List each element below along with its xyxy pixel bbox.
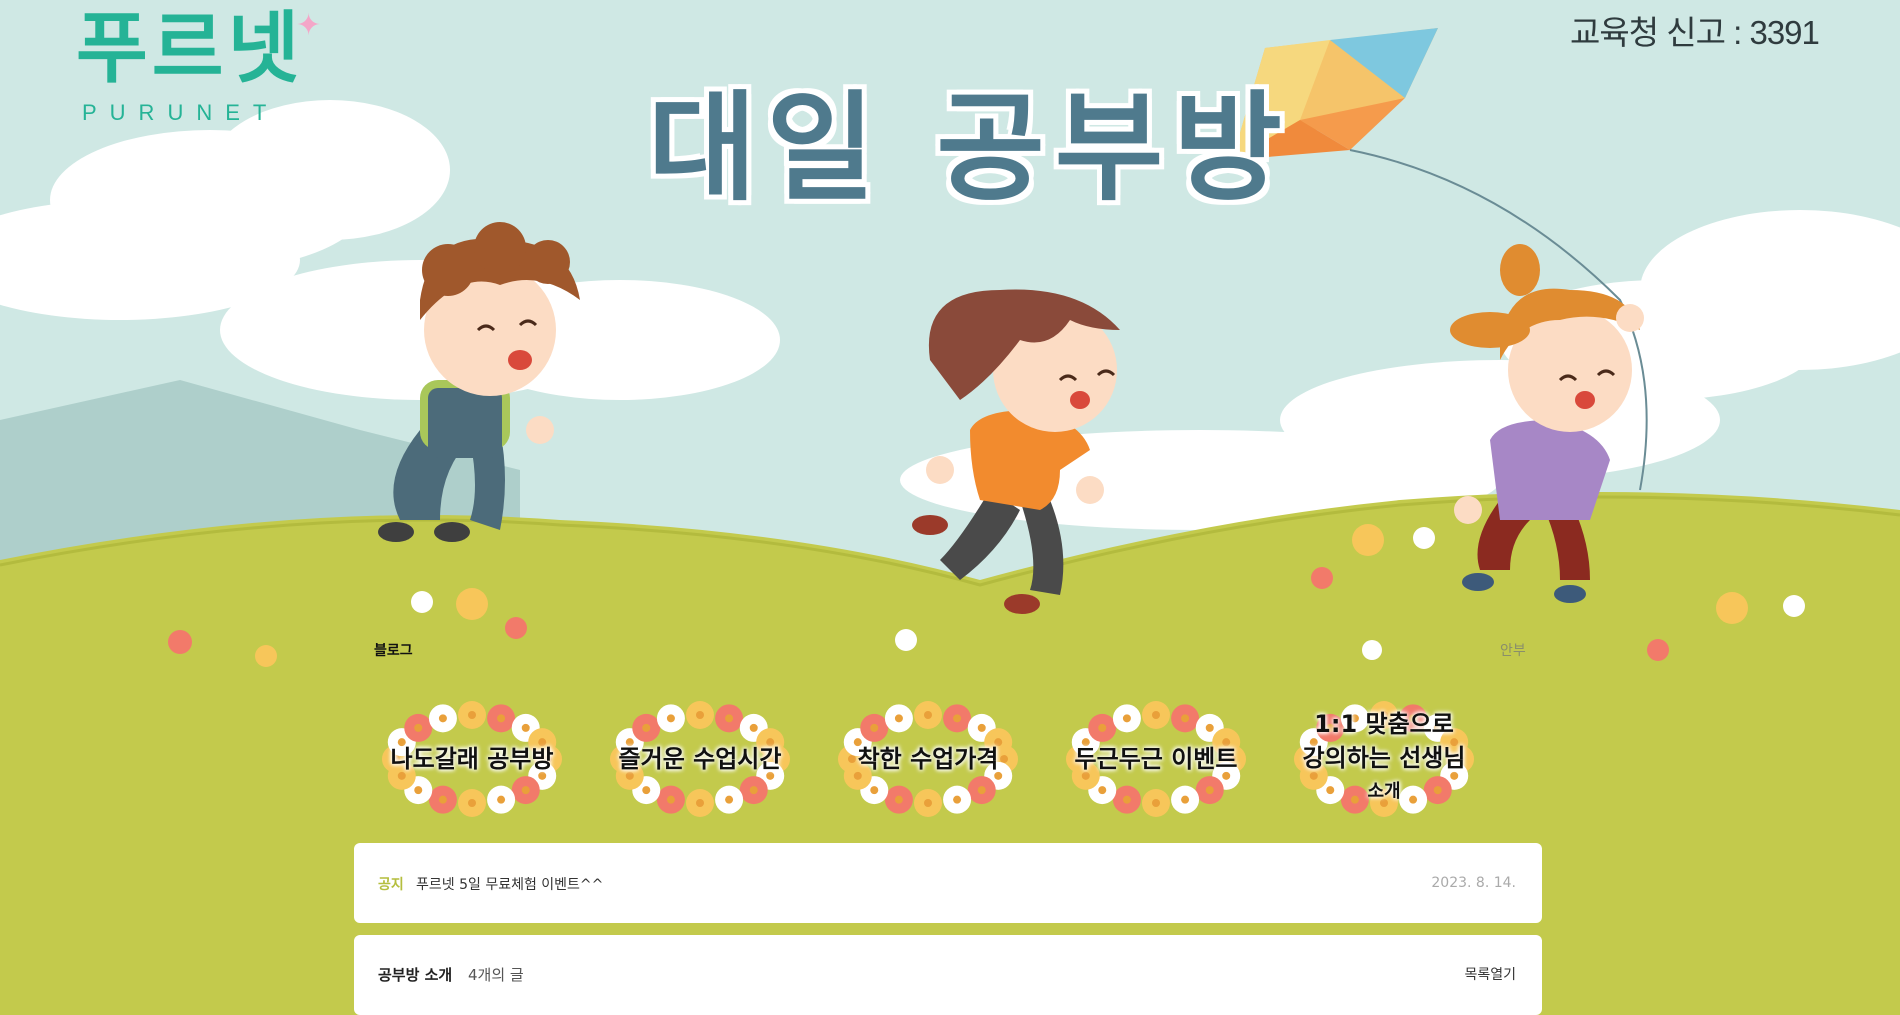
wreath-flower-center: [977, 786, 986, 795]
wreath-flower-center: [696, 711, 704, 719]
menu-label: 두근두근 이벤트: [1074, 745, 1238, 773]
nav-blog-link[interactable]: 블로그: [374, 640, 413, 660]
wreath-flower-center: [894, 795, 903, 804]
page-title: 대일 공부방: [646, 77, 1292, 219]
wreath-flower-center: [953, 795, 962, 804]
wreath-flower-center: [924, 799, 932, 807]
wreath-flower-center: [1152, 711, 1160, 719]
wreath-flower-center: [497, 714, 506, 723]
wreath-flower-center: [642, 723, 651, 732]
wreath-flower-center: [1181, 714, 1190, 723]
notice-title-link[interactable]: 푸르넷 5일 무료체험 이벤트^^: [416, 874, 603, 894]
wreath-flower-center: [749, 786, 758, 795]
wreath-flower-center: [977, 723, 986, 732]
wreath-flower-center: [521, 786, 530, 795]
navbar: 블로그 안부: [336, 640, 1556, 670]
menu-item-2[interactable]: 즐거운 수업시간: [600, 694, 800, 824]
wreath-flower-center: [725, 795, 734, 804]
wreath-flower-center: [438, 795, 447, 804]
notice-tag: 공지: [378, 877, 404, 893]
wreath-flower-center: [414, 786, 423, 795]
menu-label: 즐거운 수업시간: [618, 745, 782, 773]
menu-item-1[interactable]: 나도갈래 공부방: [372, 694, 572, 824]
purunet-logo[interactable]: 푸르넷 PURUNET: [76, 4, 303, 126]
wreath-flower-center: [497, 795, 506, 804]
wreath-flower-center: [1205, 786, 1214, 795]
wreath-flower-center: [1122, 795, 1131, 804]
logo-text: 푸르넷: [76, 4, 304, 94]
menu-label: 착한 수업가격: [857, 745, 999, 773]
wreath-flower-center: [414, 723, 423, 732]
wreath-flower-center: [438, 714, 447, 723]
wreath-flower-center: [468, 799, 476, 807]
wreath-flower-center: [1205, 723, 1214, 732]
menu-item-3[interactable]: 착한 수업가격: [828, 694, 1028, 824]
wreath-flower-center: [1152, 799, 1160, 807]
board-post-count: 4개의 글: [468, 966, 524, 984]
menu-label: 강의하는 선생님: [1302, 744, 1466, 772]
wreath-flower-center: [1098, 786, 1107, 795]
wreath-flower-center: [1098, 723, 1107, 732]
board-card: 공부방 소개 4개의 글 목록열기: [354, 935, 1542, 1015]
wreath-flower-center: [1122, 714, 1131, 723]
notice-card: 공지 푸르넷 5일 무료체험 이벤트^^ 2023. 8. 14.: [354, 843, 1542, 923]
wreath-flower-center: [749, 723, 758, 732]
registration-number: 교육청 신고 : 3391: [1570, 14, 1820, 51]
wreath-flower-center: [953, 714, 962, 723]
logo-subtext: PURUNET: [82, 100, 280, 125]
menu-label: 1:1 맞춤으로: [1314, 710, 1454, 738]
sparkle-icon: ✦: [296, 8, 322, 43]
menu-item-4[interactable]: 두근두근 이벤트: [1056, 694, 1256, 824]
board-title: 공부방 소개: [378, 966, 453, 984]
wreath-flower-center: [870, 723, 879, 732]
wreath-flower-center: [521, 723, 530, 732]
menu-label: 나도갈래 공부방: [390, 745, 554, 773]
notice-date: 2023. 8. 14.: [1431, 875, 1516, 891]
wreath-flower-center: [894, 714, 903, 723]
wreath-flower-center: [642, 786, 651, 795]
wreath-flower-center: [666, 714, 675, 723]
menu-label: 소개: [1367, 781, 1401, 802]
menu-item-5[interactable]: 1:1 맞춤으로강의하는 선생님소개: [1284, 694, 1484, 824]
wreath-flower-center: [870, 786, 879, 795]
wreath-flower-center: [725, 714, 734, 723]
nav-guide-link[interactable]: 안부: [1500, 640, 1526, 660]
wreath-flower-center: [1181, 795, 1190, 804]
wreath-flower-center: [696, 799, 704, 807]
wreath-flower-center: [666, 795, 675, 804]
board-list-toggle[interactable]: 목록열기: [1464, 964, 1516, 984]
wreath-flower-center: [924, 711, 932, 719]
wreath-flower-center: [468, 711, 476, 719]
